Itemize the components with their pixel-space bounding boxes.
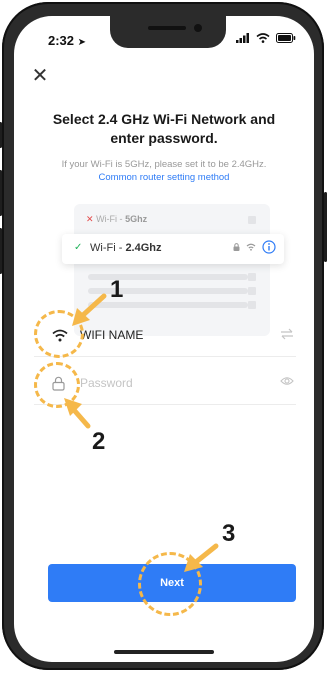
annotation-number-2: 2 [92, 428, 106, 455]
annotation-number-3: 3 [222, 520, 236, 547]
annotation-arrow-3 [184, 543, 219, 572]
annotation-arrows [64, 293, 219, 572]
annotation-arrow-1 [72, 293, 107, 326]
annotation-arrow-2 [64, 398, 91, 429]
annotation-number-1: 1 [110, 276, 124, 303]
